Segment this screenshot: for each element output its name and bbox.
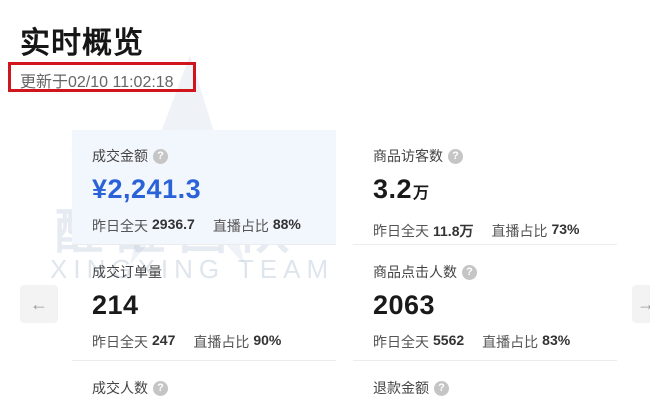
- metric-label: 成交人数: [92, 380, 148, 396]
- help-icon[interactable]: ?: [434, 380, 449, 396]
- help-icon[interactable]: ?: [153, 148, 168, 164]
- divider: [72, 360, 336, 361]
- metric-label: 商品点击人数: [373, 264, 457, 280]
- metric-buyers[interactable]: 成交人数 ?: [92, 378, 168, 398]
- metric-label: 退款金额: [373, 380, 429, 396]
- help-icon[interactable]: ?: [462, 264, 477, 280]
- update-time: 更新于02/10 11:02:18: [20, 74, 174, 91]
- page-title: 实时概览: [20, 27, 144, 60]
- yesterday-value: 2936.7: [152, 216, 195, 232]
- live-share-value: 88%: [272, 216, 301, 232]
- metric-gmv[interactable]: 成交金额 ? ¥2,241.3 昨日全天 2936.7 直播占比 88%: [92, 146, 301, 236]
- live-share-label: 直播占比: [491, 223, 548, 239]
- divider: [72, 244, 336, 245]
- yesterday-label: 昨日全天: [373, 334, 429, 350]
- metric-label: 成交金额: [92, 148, 148, 164]
- prev-arrow-button[interactable]: ←: [20, 285, 58, 323]
- metric-label: 商品访客数: [373, 148, 443, 164]
- yesterday-value: 247: [152, 332, 176, 348]
- divider: [353, 244, 617, 245]
- live-share-value: 83%: [542, 332, 571, 348]
- metric-refund-amount[interactable]: 退款金额 ?: [373, 378, 449, 398]
- yesterday-label: 昨日全天: [373, 223, 429, 239]
- metric-unit: 万: [413, 185, 430, 202]
- metric-label: 成交订单量: [92, 264, 162, 280]
- arrow-left-icon: ←: [30, 293, 48, 314]
- yesterday-value: 11.8万: [433, 223, 474, 239]
- live-share-label: 直播占比: [212, 218, 269, 234]
- divider: [353, 360, 617, 361]
- live-share-value: 73%: [551, 221, 580, 237]
- live-share-label: 直播占比: [193, 334, 250, 350]
- metric-value: ¥2,241.3: [92, 174, 202, 204]
- metric-value: 214: [92, 290, 139, 320]
- arrow-right-icon: →: [637, 293, 650, 314]
- help-icon[interactable]: ?: [153, 380, 168, 396]
- next-arrow-button[interactable]: →: [632, 285, 650, 323]
- live-share-label: 直播占比: [482, 334, 539, 350]
- help-icon[interactable]: ?: [448, 148, 463, 164]
- yesterday-value: 5562: [433, 332, 465, 348]
- metric-orders[interactable]: 成交订单量 214 昨日全天 247 直播占比 90%: [92, 262, 281, 352]
- metric-value: 3.2: [373, 174, 413, 204]
- metric-product-visitors[interactable]: 商品访客数 ? 3.2万 昨日全天 11.8万 直播占比 73%: [373, 146, 580, 241]
- metric-product-clicks[interactable]: 商品点击人数 ? 2063 昨日全天 5562 直播占比 83%: [373, 262, 570, 352]
- metric-value: 2063: [373, 290, 436, 320]
- live-share-value: 90%: [253, 332, 282, 348]
- yesterday-label: 昨日全天: [92, 218, 148, 234]
- yesterday-label: 昨日全天: [92, 334, 148, 350]
